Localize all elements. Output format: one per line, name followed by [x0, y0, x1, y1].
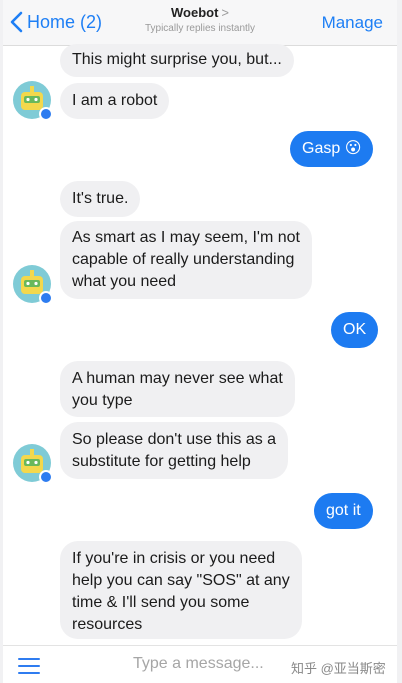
messenger-badge-icon	[39, 107, 53, 121]
chat-header: Home (2) Woebot > Typically replies insta…	[3, 0, 397, 46]
reply-status: Typically replies instantly	[144, 23, 256, 34]
chevron-left-icon	[10, 11, 23, 33]
bot-message: It's true.	[60, 181, 141, 217]
bot-message: So please don't use this as a substitute…	[60, 422, 289, 479]
message-composer: Type a message... 知乎 @亚当斯密	[3, 645, 397, 683]
back-button[interactable]: Home (2)	[9, 11, 102, 33]
messenger-badge-icon	[39, 470, 53, 484]
conversation-title[interactable]: Woebot > Typically replies instantly	[113, 5, 287, 34]
user-message: got it	[314, 493, 373, 529]
bot-avatar	[12, 80, 53, 121]
bot-message: If you're in crisis or you need help you…	[60, 541, 302, 639]
hamburger-menu-icon[interactable]	[18, 658, 40, 674]
bot-message: A human may never see what you type	[60, 361, 295, 417]
user-message: OK	[331, 312, 379, 348]
bot-avatar	[12, 264, 53, 305]
user-message: Gasp 😮	[290, 131, 374, 167]
manage-button[interactable]: Manage	[322, 13, 383, 33]
bot-avatar	[12, 443, 53, 484]
chat-screen: Home (2) Woebot > Typically replies insta…	[3, 0, 397, 683]
bot-message: This might surprise you, but...	[60, 44, 294, 77]
bot-message: As smart as I may seem, I'm not capable …	[60, 221, 312, 299]
back-label: Home (2)	[27, 11, 103, 32]
bot-message: I am a robot	[60, 83, 170, 119]
message-input[interactable]: Type a message...	[133, 655, 264, 673]
watermark: 知乎 @亚当斯密	[291, 661, 386, 676]
messenger-badge-icon	[39, 291, 53, 305]
contact-name: Woebot	[170, 5, 219, 20]
chevron-right-icon: >	[221, 5, 229, 20]
